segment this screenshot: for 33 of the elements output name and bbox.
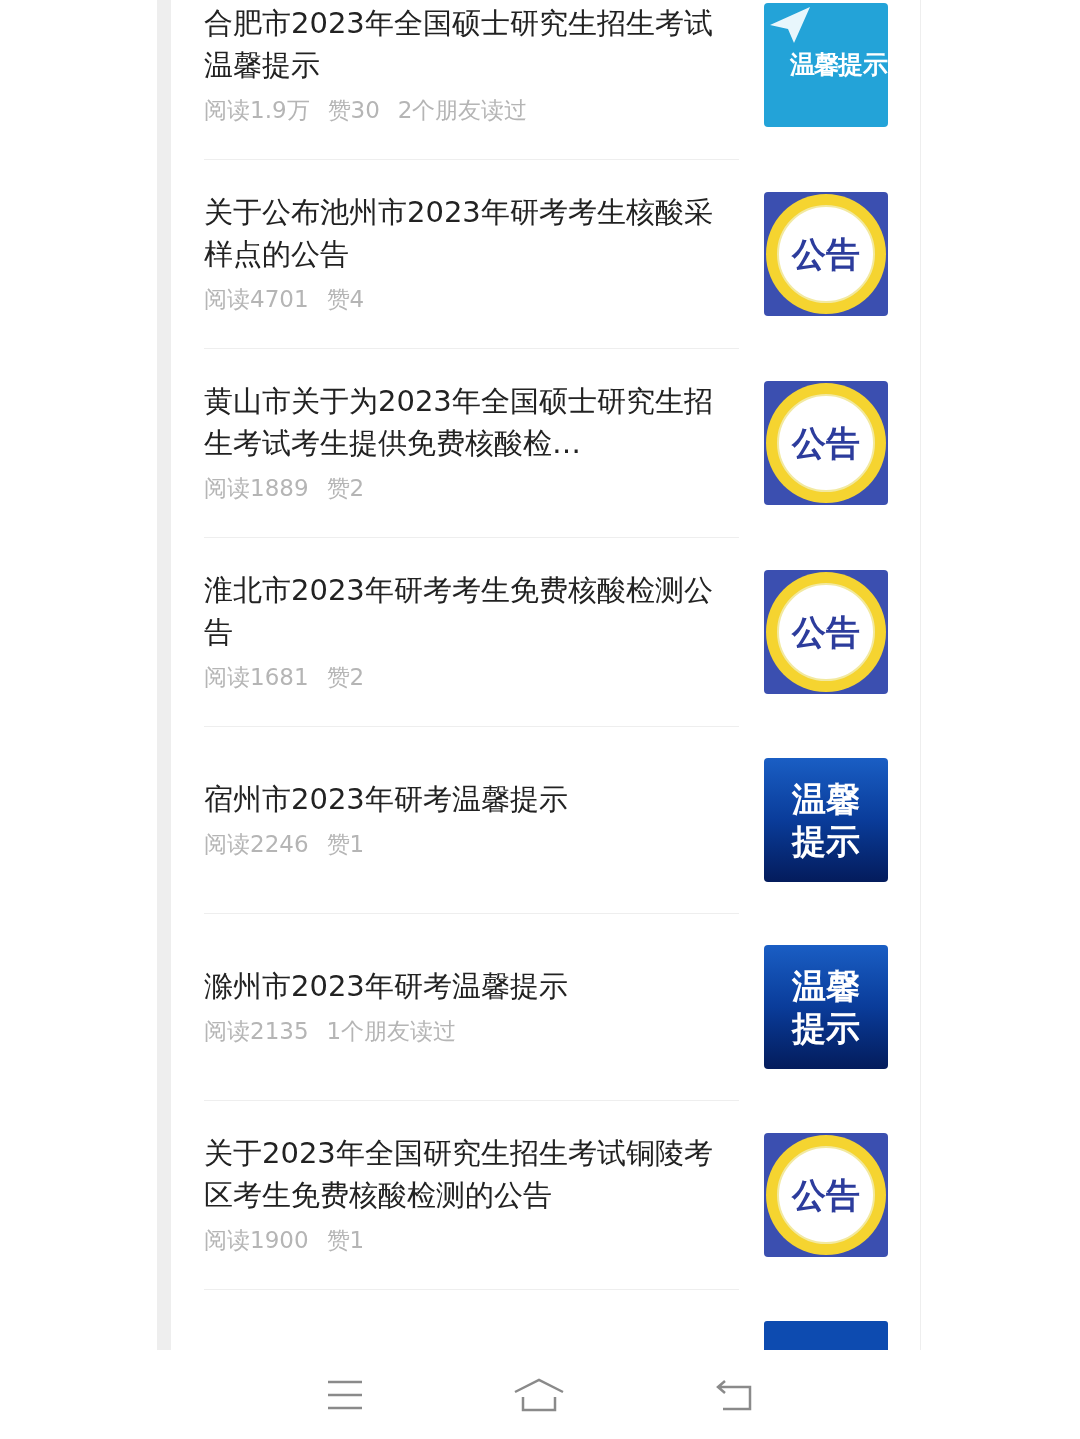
article-stat: 阅读2135 [204,1017,309,1046]
article-stat: 2个朋友读过 [397,96,528,125]
home-icon[interactable] [513,1377,565,1412]
article-stat: 阅读1.9万 [204,96,310,125]
back-icon[interactable] [715,1378,753,1411]
thumbnail-label: 公告 [792,610,860,654]
article-stat: 1个朋友读过 [326,1017,457,1046]
thumbnail-label: 温馨提示 [790,965,861,1049]
thumbnail-label: 温馨提示 [789,49,888,82]
article-stat: 赞2 [326,663,365,692]
article-stat: 阅读1681 [204,663,309,692]
thumbnail-label: 公告 [792,421,860,465]
article-title[interactable]: 关于2023年全国研究生招生考试铜陵考区考生免费核酸检测的公告 [204,1132,740,1216]
article-title[interactable]: 黄山市关于为2023年全国硕士研究生招生考试考生提供免费核酸检… [204,380,740,464]
article-stat: 赞30 [327,96,380,125]
article-stat: 赞1 [326,830,365,859]
article-title[interactable]: 滁州市2023年研考温馨提示 [204,965,740,1007]
article-title[interactable]: 淮北市2023年研考考生免费核酸检测公告 [204,569,740,653]
article-stat: 阅读4701 [204,285,309,314]
article-title[interactable]: 关于公布池州市2023年研考考生核酸采样点的公告 [204,191,740,275]
article-title[interactable]: 宿州市2023年研考温馨提示 [204,778,740,820]
paper-plane-icon [770,7,810,43]
article-stat: 赞1 [326,1226,365,1255]
thumbnail-label: 公告 [792,1173,860,1217]
thumbnail-label: 公告 [792,232,860,276]
menu-icon[interactable] [327,1379,363,1410]
article-title[interactable]: 合肥市2023年全国硕士研究生招生考试温馨提示 [204,2,740,86]
article-stat: 阅读2246 [204,830,309,859]
thumbnail-label: 温馨提示 [790,778,861,862]
article-stat: 阅读1889 [204,474,309,503]
article-stat: 阅读1900 [204,1226,309,1255]
article-stat: 赞4 [326,285,365,314]
article-stat: 赞2 [326,474,365,503]
